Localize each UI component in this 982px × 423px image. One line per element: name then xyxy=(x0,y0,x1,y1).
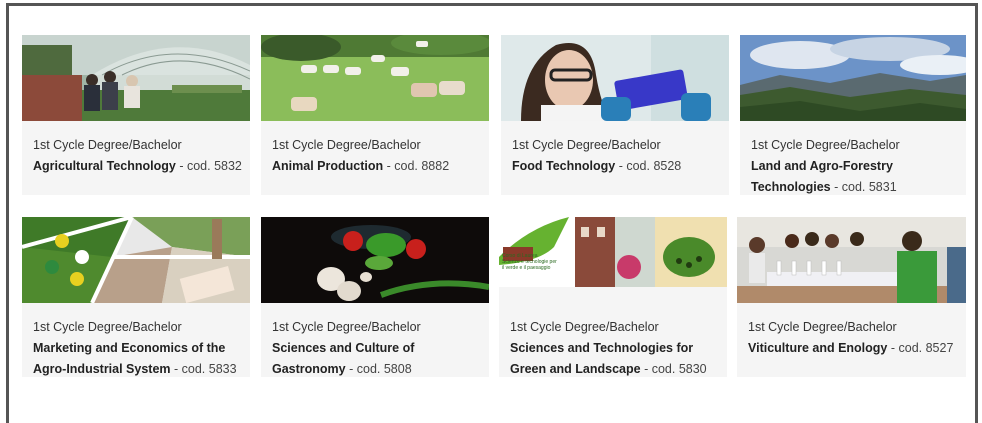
marketing-collage-photo xyxy=(22,217,250,303)
card-course-code: - cod. 5808 xyxy=(349,362,412,376)
course-card-viticulture-enology[interactable]: 1st Cycle Degree/Bachelor Viticulture an… xyxy=(737,217,966,377)
course-card-land-agro-forestry[interactable]: 1st Cycle Degree/Bachelor Land and Agro-… xyxy=(740,35,966,195)
card-course-code: - cod. 5833 xyxy=(174,362,237,376)
vegetables-photo xyxy=(261,217,489,303)
course-card-food-technology[interactable]: 1st Cycle Degree/Bachelor Food Technolog… xyxy=(501,35,729,195)
card-cycle-label: 1st Cycle Degree/Bachelor xyxy=(272,320,421,334)
card-cycle-label: 1st Cycle Degree/Bachelor xyxy=(748,320,897,334)
card-course-code: - cod. 8528 xyxy=(618,159,682,173)
card-cycle-label: 1st Cycle Degree/Bachelor xyxy=(33,138,182,152)
card-cycle-label: 1st Cycle Degree/Bachelor xyxy=(512,138,661,152)
course-card-green-landscape[interactable]: Corso di Laurea Scienze e tecnologie per… xyxy=(499,217,727,377)
course-card-gastronomy[interactable]: 1st Cycle Degree/Bachelor Sciences and C… xyxy=(261,217,489,377)
wine-tasting-photo xyxy=(737,217,966,303)
card-cycle-label: 1st Cycle Degree/Bachelor xyxy=(510,320,659,334)
collage-caption-line: il verde e il paesaggio xyxy=(502,265,551,271)
card-course-title: Viticulture and Enology xyxy=(748,341,888,355)
card-cycle-label: 1st Cycle Degree/Bachelor xyxy=(33,320,182,334)
cattle-pasture-photo xyxy=(261,35,489,121)
card-cycle-label: 1st Cycle Degree/Bachelor xyxy=(272,138,421,152)
greenhouse-students-photo xyxy=(22,35,250,121)
card-course-title: Animal Production xyxy=(272,159,384,173)
lab-researcher-photo xyxy=(501,35,729,121)
course-card-animal-production[interactable]: 1st Cycle Degree/Bachelor Animal Product… xyxy=(261,35,489,195)
card-cycle-label: 1st Cycle Degree/Bachelor xyxy=(751,138,900,152)
card-course-code: - cod. 5830 xyxy=(644,362,707,376)
course-card-marketing-economics[interactable]: 1st Cycle Degree/Bachelor Marketing and … xyxy=(22,217,250,377)
card-course-code: - cod. 5831 xyxy=(834,180,897,194)
green-landscape-collage-photo xyxy=(499,217,727,287)
card-course-code: - cod. 8527 xyxy=(890,341,954,355)
card-course-title: Food Technology xyxy=(512,159,616,173)
mountain-landscape-photo xyxy=(740,35,966,121)
card-course-title: Agricultural Technology xyxy=(33,159,176,173)
course-card-agricultural-technology[interactable]: 1st Cycle Degree/Bachelor Agricultural T… xyxy=(22,35,250,195)
card-course-code: - cod. 8882 xyxy=(386,159,450,173)
collage-caption: Corso di Laurea Scienze e tecnologie per… xyxy=(502,253,562,271)
card-course-code: - cod. 5832 xyxy=(179,159,242,173)
